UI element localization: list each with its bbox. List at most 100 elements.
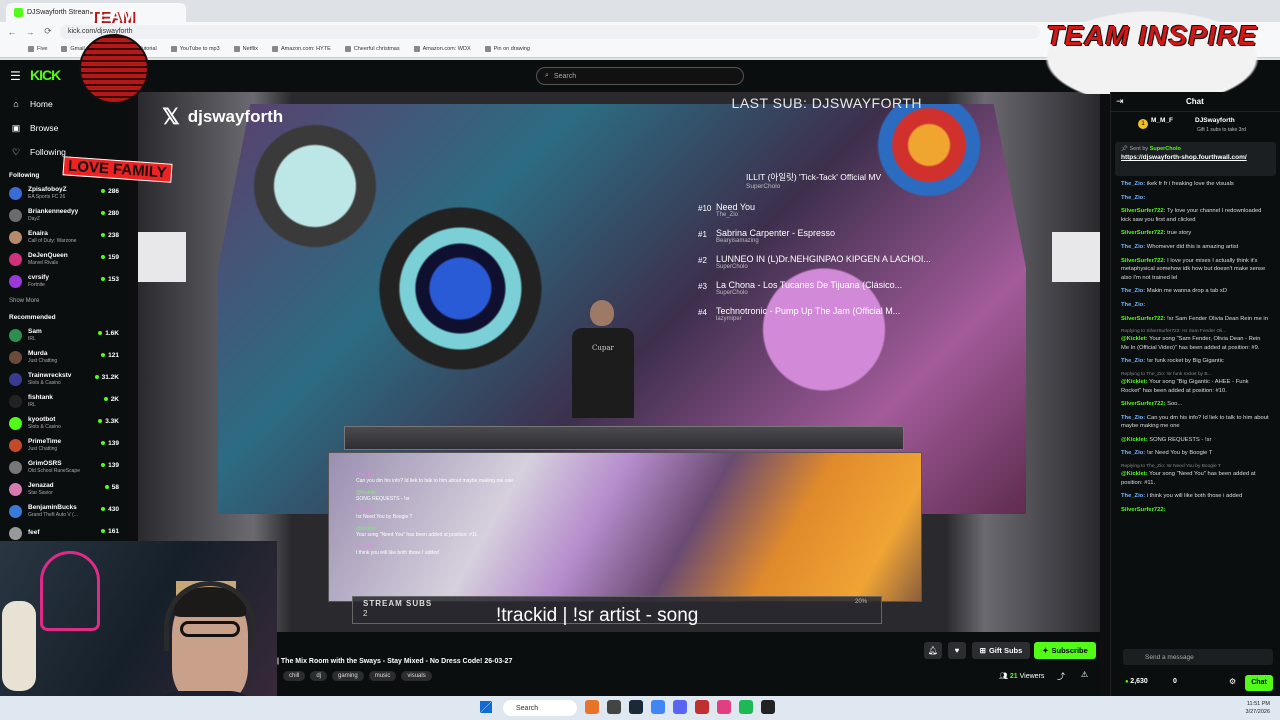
neon-sign <box>40 551 100 631</box>
team-inspire-text: TEAM INSPIRE <box>1046 20 1258 51</box>
bookmark-item[interactable]: Five <box>28 46 47 52</box>
sidebar-channel[interactable]: kyootbot Slots & Casino 3.3K <box>0 412 127 434</box>
bookmark-item[interactable]: YouTube to mp3 <box>170 46 220 52</box>
app-icon[interactable] <box>695 700 709 714</box>
channel-text: GrimOSRS Old School RuneScape <box>28 460 80 475</box>
chat-username[interactable]: SilverSurfer722: <box>1121 230 1165 236</box>
chat-username[interactable]: @Kicklet: <box>1121 471 1148 477</box>
bookmark-item[interactable]: Netflix <box>233 46 258 52</box>
chat-username[interactable]: SilverSurfer722: <box>1121 208 1165 214</box>
chat-username[interactable]: The_Zio: <box>1121 450 1145 456</box>
queue-item: #10 Need You The_Zio <box>698 202 958 228</box>
sidebar-channel[interactable]: Sam IRL 1.6K <box>0 324 127 346</box>
channel-category: Slots & Casino <box>28 423 61 430</box>
forward-icon[interactable]: → <box>24 27 36 37</box>
file-explorer-icon[interactable] <box>607 700 621 714</box>
chat-username[interactable]: The_Zio: <box>1121 195 1145 201</box>
chat-username[interactable]: The_Zio: <box>1121 181 1145 187</box>
stream-tag[interactable]: gaming <box>332 671 364 681</box>
follow-heart-button[interactable]: ♥ <box>948 642 966 659</box>
bookmark-item[interactable]: Pin on drawing <box>484 46 530 52</box>
app-icon[interactable] <box>717 700 731 714</box>
back-icon[interactable]: ← <box>6 27 18 37</box>
sidebar-channel[interactable]: Enaira Call of Duty: Warzone 238 <box>0 226 127 248</box>
pinned-message[interactable]: 📌︎ Sent by SuperCholo https://djswayfort… <box>1115 142 1276 176</box>
chat-send-button[interactable]: Chat <box>1245 675 1273 691</box>
discord-icon[interactable] <box>673 700 687 714</box>
chat-input-placeholder: Send a message <box>1145 653 1194 661</box>
sidebar-channel[interactable]: PrimeTime Just Chatting 139 <box>0 434 127 456</box>
pinned-by-label: Sent by <box>1129 146 1149 152</box>
search-input[interactable]: ⌕ Search <box>536 67 744 85</box>
channel-text: Jenazad Star Savior <box>28 482 54 497</box>
chat-username[interactable]: The_Zio: <box>1121 288 1145 294</box>
sidebar-channel[interactable]: GrimOSRS Old School RuneScape 139 <box>0 456 127 478</box>
chat-username[interactable]: The_Zio: <box>1121 244 1145 250</box>
subscribe-button[interactable]: ✦ Subscribe <box>1034 642 1096 659</box>
chat-username[interactable]: The_Zio: <box>1121 358 1145 364</box>
stream-tag[interactable]: dj <box>310 671 328 681</box>
chat-username[interactable]: SilverSurfer722: <box>1121 401 1165 407</box>
menu-icon[interactable]: ☰ <box>10 69 21 83</box>
windows-taskbar: Search 11:51 PM 3/27/2026 <box>0 696 1280 720</box>
taskbar-search[interactable]: Search <box>503 700 577 716</box>
gift-subs-button[interactable]: ⊞ Gift Subs <box>972 642 1030 659</box>
chat-username[interactable]: SilverSurfer722: <box>1121 507 1165 513</box>
chat-text: SONG REQUESTS - !sr <box>1149 436 1212 443</box>
sidebar-channel[interactable]: Trainwreckstv Slots & Casino 31.2K <box>0 368 127 390</box>
stream-tag[interactable]: chill <box>283 671 306 681</box>
heart-icon: ♡ <box>11 146 21 157</box>
spotify-icon[interactable] <box>739 700 753 714</box>
sidebar-channel[interactable]: fishtank IRL 2K <box>0 390 127 412</box>
notifications-bell-button[interactable]: 🔔︎ <box>924 642 942 659</box>
chrome-icon[interactable] <box>651 700 665 714</box>
channel-viewers: 430 <box>101 506 119 513</box>
overlay-chat-text: Your song "Need You" has been added at p… <box>356 532 479 538</box>
show-more-link[interactable]: Show More <box>0 292 127 306</box>
heart-icon: ♥ <box>954 646 960 655</box>
reload-icon[interactable]: ⟳ <box>42 26 54 37</box>
share-icon[interactable]: ⤴ <box>1057 671 1065 682</box>
channel-name: cvrsify <box>28 273 49 281</box>
chat-text: ikek fr fr i freaking love the visuals <box>1146 181 1234 187</box>
chat-input[interactable]: Send a message <box>1123 649 1273 665</box>
channel-text: BenjaminBucks Grand Theft Auto V (... <box>28 504 78 519</box>
chat-username[interactable]: The_Zio: <box>1121 493 1145 499</box>
app-icon[interactable] <box>585 700 599 714</box>
sidebar-channel[interactable]: Briankenneedyy DayZ 280 <box>0 204 127 226</box>
windows-start-icon[interactable] <box>480 701 492 713</box>
steam-icon[interactable] <box>629 700 643 714</box>
video-player[interactable]: 𝕏 djswayforth LAST SUB: DJSWAYFORTH ILLI… <box>138 92 1100 632</box>
chat-username[interactable]: SilverSurfer722: <box>1121 258 1165 264</box>
pinned-link[interactable]: https://djswayforth-shop.fourthwall.com/ <box>1121 154 1270 162</box>
chat-text: true story <box>1167 230 1192 237</box>
bookmark-item[interactable]: Amazon.com: HYTE <box>271 46 331 52</box>
bookmark-label: Netflix <box>242 46 258 52</box>
channel-points[interactable]: 2,630 <box>1125 678 1148 685</box>
sidebar-channel[interactable]: cvrsify Fortnite 153 <box>0 270 127 292</box>
chat-username[interactable]: SilverSurfer722: <box>1121 316 1165 322</box>
sidebar-channel[interactable]: BenjaminBucks Grand Theft Auto V (... 430 <box>0 500 127 522</box>
channel-name: feef <box>28 529 40 536</box>
queue-text: LUNNEO IN (L)Dr.NEHGINPAO KIPGEN A LACHO… <box>716 254 958 280</box>
chat-message: SilverSurfer722: true story <box>1121 229 1270 238</box>
stream-tag[interactable]: visuals <box>401 671 432 681</box>
bookmark-item[interactable]: Cheerful christmas <box>344 46 400 52</box>
sidebar-channel[interactable]: Jenazad Star Savior 58 <box>0 478 127 500</box>
chat-username[interactable]: @Kicklet: <box>1121 379 1148 385</box>
chat-username[interactable]: @Kicklet: <box>1121 336 1148 342</box>
stream-tag[interactable]: music <box>368 671 397 681</box>
chat-username[interactable]: @Kicklet: <box>1121 437 1148 443</box>
chat-username[interactable]: The_Zio: <box>1121 302 1145 308</box>
gear-icon[interactable]: ⚙ <box>1229 677 1236 686</box>
collapse-chat-icon[interactable]: ⇥ <box>1116 96 1124 107</box>
bookmark-label: YouTube to mp3 <box>179 46 220 52</box>
address-bar[interactable]: kick.com/djswayforth <box>60 24 1040 39</box>
sidebar-channel[interactable]: feef 161 <box>0 522 127 542</box>
report-icon[interactable]: ⚠ <box>1081 670 1088 679</box>
sidebar-channel[interactable]: Murda Just Chatting 121 <box>0 346 127 368</box>
chat-username[interactable]: The_Zio: <box>1121 415 1145 421</box>
app-icon[interactable] <box>761 700 775 714</box>
bookmark-item[interactable]: Amazon.com: WDX <box>413 46 471 52</box>
sidebar-channel[interactable]: DeJenQueen Marvel Rivals 159 <box>0 248 127 270</box>
